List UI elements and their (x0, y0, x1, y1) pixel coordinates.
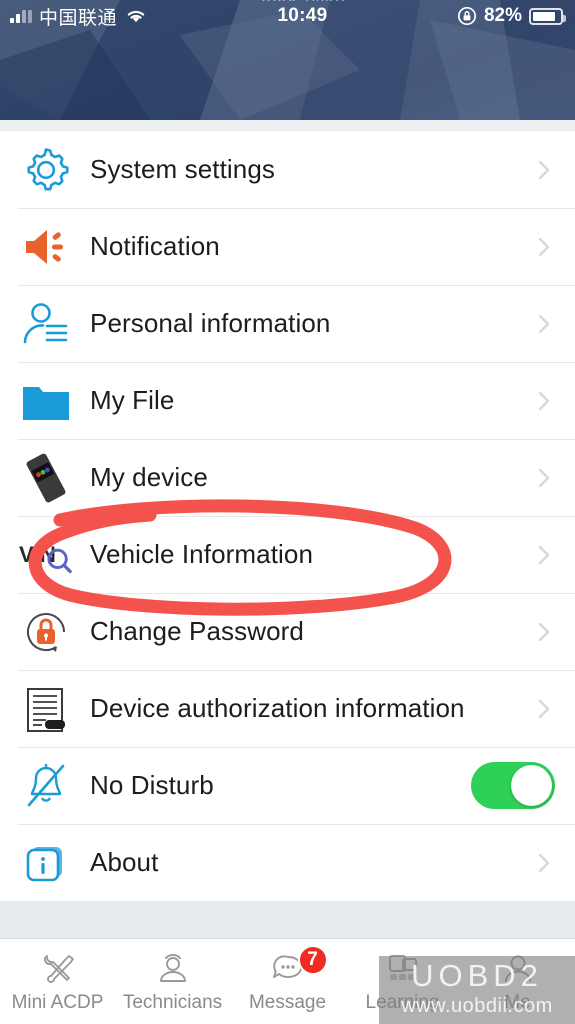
signal-bars-icon (10, 9, 32, 23)
document-icon (18, 681, 74, 737)
bell-off-icon (18, 758, 74, 814)
list-item-label: My File (90, 385, 175, 415)
chevron-right-icon (538, 468, 550, 487)
chevron-right-icon (538, 160, 550, 179)
technician-icon (154, 949, 192, 987)
folder-icon (18, 373, 74, 429)
gear-icon (18, 142, 74, 198)
rotation-lock-icon (457, 6, 477, 26)
message-badge: 7 (297, 945, 328, 975)
list-item-change-password[interactable]: Change Password (0, 593, 575, 670)
list-item-no-disturb[interactable]: No Disturb (0, 747, 575, 824)
wifi-icon (127, 10, 145, 23)
chevron-right-icon (538, 853, 550, 872)
status-bar-center: AIIöC(问ð) 10:49 (148, 0, 457, 32)
list-item-label: Change Password (90, 616, 304, 646)
list-item-system-settings[interactable]: System settings (0, 131, 575, 208)
tools-icon (39, 949, 77, 987)
list-item-label: System settings (90, 154, 276, 184)
list-item-device-authorization[interactable]: Device authorization information (0, 670, 575, 747)
chevron-right-icon (538, 699, 550, 718)
chevron-right-icon (538, 391, 550, 410)
phone-screen: 中国联通 AIIöC(问ð) 10:49 82% (0, 0, 575, 1024)
list-item-label: Notification (90, 231, 220, 261)
truncated-app-title: AIIöC(问ð) (148, 0, 457, 1)
list-item-notification[interactable]: Notification (0, 208, 575, 285)
status-bar-left: 中国联通 (0, 3, 148, 30)
speaker-icon (18, 219, 74, 275)
info-icon (18, 835, 74, 891)
site-watermark: UOBD2 www.uobdii.com (379, 956, 575, 1024)
chevron-right-icon (538, 237, 550, 256)
chevron-right-icon (538, 622, 550, 641)
list-item-label: Personal information (90, 308, 331, 338)
status-bar-right: 82% (457, 5, 575, 27)
list-item-label: Device authorization information (90, 693, 465, 723)
tab-mini-acdp[interactable]: Mini ACDP (0, 939, 115, 1024)
clock-label: 10:49 (277, 5, 328, 26)
tab-label: Mini ACDP (11, 992, 104, 1013)
settings-list: System settings Notification Personal in… (0, 131, 575, 949)
list-item-label: My device (90, 462, 208, 492)
toggle-knob (511, 765, 552, 806)
battery-percent-label: 82% (483, 5, 522, 26)
list-item-label: About (90, 847, 159, 877)
person-icon (18, 296, 74, 352)
tab-label: Technicians (122, 992, 223, 1013)
tab-label: Message (248, 992, 327, 1013)
list-item-personal-information[interactable]: Personal information (0, 285, 575, 362)
vin-search-icon: VIN (18, 527, 74, 583)
chevron-right-icon (538, 545, 550, 564)
list-item-label: No Disturb (90, 770, 214, 800)
chevron-right-icon (538, 314, 550, 333)
list-item-my-file[interactable]: My File (0, 362, 575, 439)
carrier-label: 中国联通 (39, 7, 118, 29)
battery-icon (529, 7, 566, 25)
tab-message[interactable]: 7 Message (230, 939, 345, 1024)
list-item-vehicle-information[interactable]: VIN Vehicle Information (0, 516, 575, 593)
list-item-about[interactable]: About (0, 824, 575, 901)
no-disturb-toggle[interactable] (471, 762, 555, 809)
device-icon (18, 450, 74, 506)
list-item-my-device[interactable]: My device (0, 439, 575, 516)
padlock-reset-icon (18, 604, 74, 660)
list-item-label: Vehicle Information (90, 539, 314, 569)
tab-technicians[interactable]: Technicians (115, 939, 230, 1024)
watermark-brand: UOBD2 (411, 957, 543, 993)
status-bar: 中国联通 AIIöC(问ð) 10:49 82% (0, 0, 575, 32)
watermark-url: www.uobdii.com (401, 994, 553, 1017)
